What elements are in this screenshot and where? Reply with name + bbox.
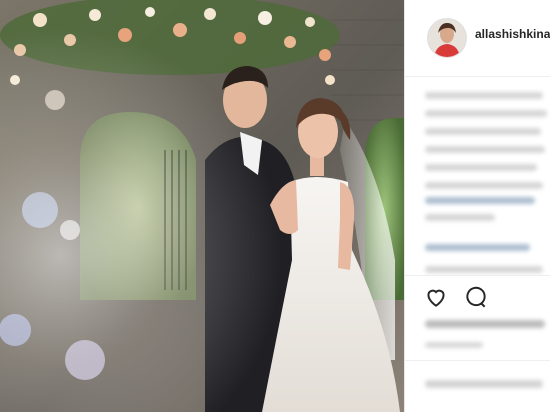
comment-icon[interactable] [463, 284, 489, 310]
heart-icon[interactable] [423, 284, 449, 310]
avatar-image [428, 19, 466, 57]
post-photo[interactable] [0, 0, 404, 412]
username-link[interactable]: allashishkina_ [475, 27, 550, 41]
comment-input-blurred[interactable] [425, 380, 543, 388]
timestamp-blurred [425, 342, 483, 348]
actions-divider [405, 275, 550, 276]
avatar[interactable] [427, 18, 467, 58]
post-side-panel: allashishkina_ [405, 0, 550, 412]
likes-count-blurred [425, 320, 545, 328]
comment-divider [405, 360, 550, 361]
wedding-photo-image [0, 0, 404, 412]
post-header: allashishkina_ [405, 0, 550, 77]
